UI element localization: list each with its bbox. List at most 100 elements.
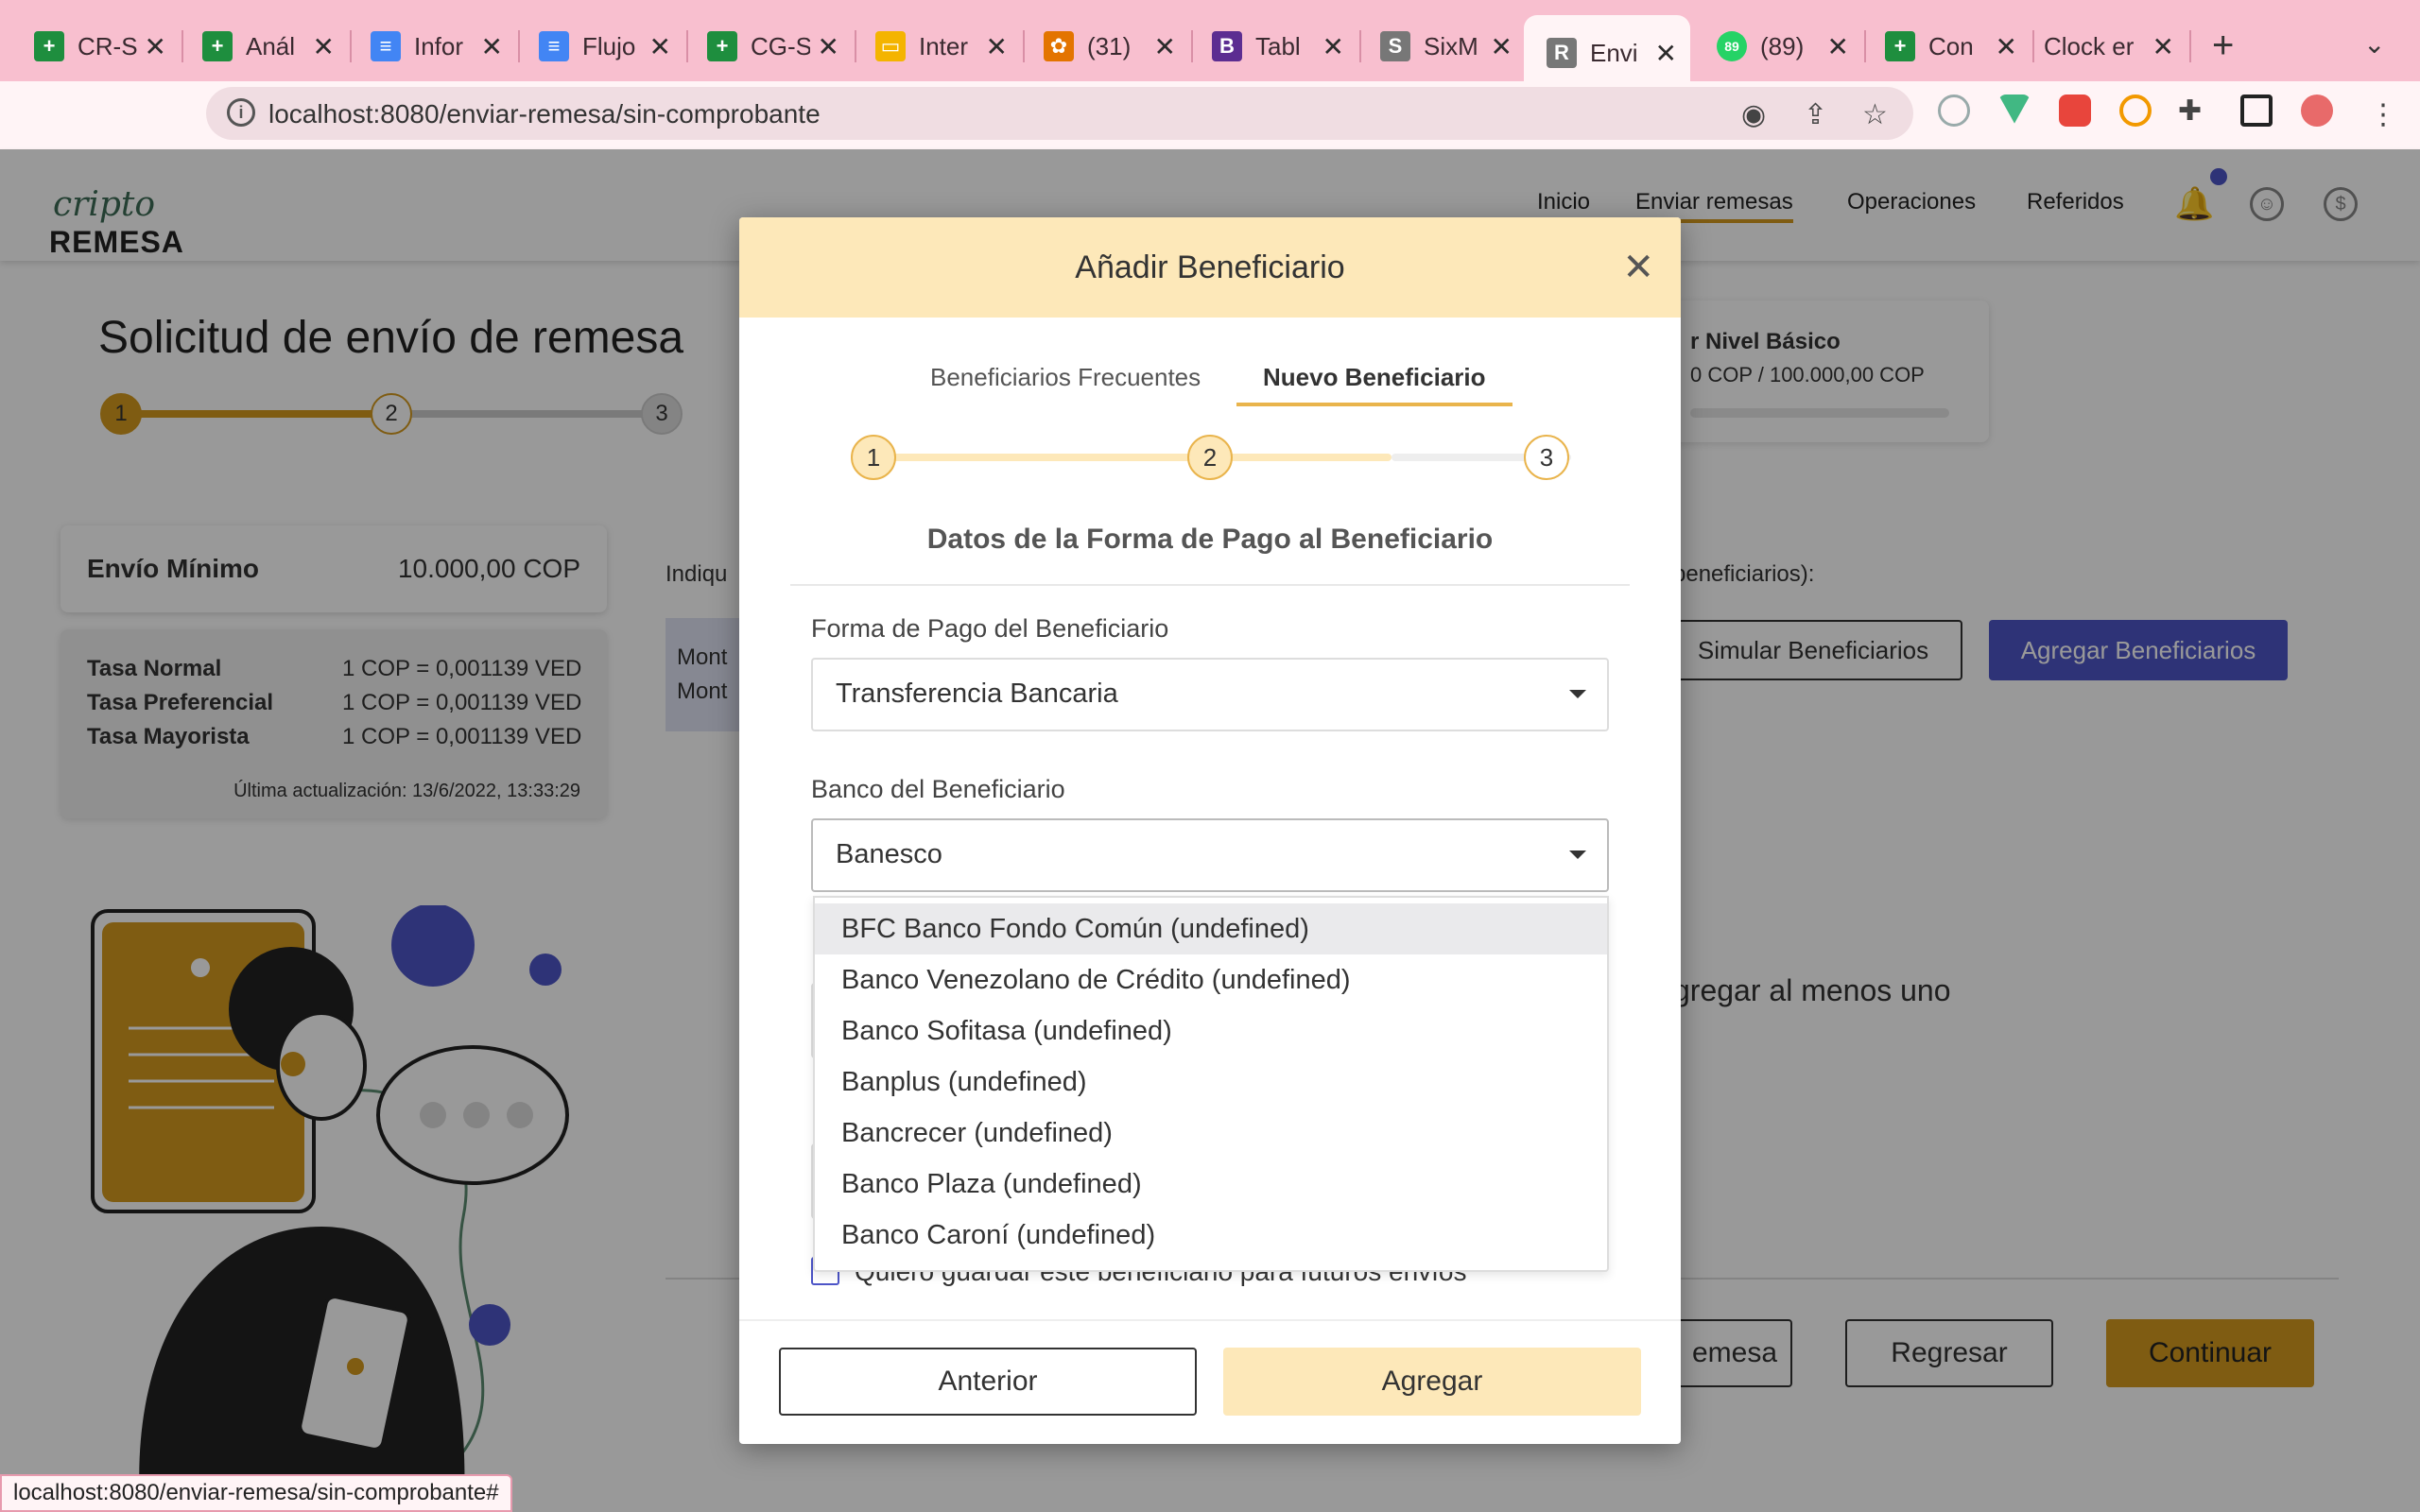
bank-value: Banesco [836,839,942,869]
active-tab-underline [1236,403,1512,406]
tab-title: CR-S [78,31,137,60]
close-icon[interactable]: ✕ [313,31,335,62]
browser-tab[interactable]: + Con ✕ [1851,15,2031,77]
close-icon[interactable]: ✕ [818,31,839,62]
tab-search-chevron-icon[interactable]: ⌄ [2363,28,2385,60]
bank-option[interactable]: Banco Venezolano de Crédito (undefined) [815,954,1607,1005]
close-icon[interactable]: ✕ [1996,31,2017,62]
docs-icon: ≡ [539,31,569,61]
bank-label: Banco del Beneficiario [811,775,1065,803]
address-bar[interactable]: i localhost:8080/enviar-remesa/sin-compr… [206,87,1913,140]
docs-icon: ≡ [371,31,401,61]
tab-title: Inter [919,31,969,60]
modal-step-2: 2 [1187,435,1233,480]
close-icon[interactable]: ✕ [986,31,1008,62]
tab-title: (89) [1760,31,1805,60]
sheets-icon: + [707,31,737,61]
close-icon[interactable]: ✕ [481,31,503,62]
close-icon[interactable]: ✕ [1827,31,1849,62]
browser-tab-active[interactable]: R Envi ✕ [1524,15,1690,91]
profile-avatar[interactable] [2301,94,2333,127]
caret-down-icon [1569,850,1586,859]
payment-method-label: Forma de Pago del Beneficiario [811,614,1169,643]
modal-step-3: 3 [1524,435,1569,480]
bank-option[interactable]: BFC Banco Fondo Común (undefined) [815,903,1607,954]
palette-icon: ✿ [1044,31,1074,61]
add-beneficiary-modal: Añadir Beneficiario ✕ Beneficiarios Frec… [739,217,1681,1444]
browser-tab[interactable]: + Anál ✕ [168,15,348,77]
tab-title: SixM [1424,31,1478,60]
tab-title: Anál [246,31,296,60]
browser-tab[interactable]: + CG-S ✕ [673,15,853,77]
bank-option[interactable]: Banco Plaza (undefined) [815,1159,1607,1210]
modal-header: Añadir Beneficiario ✕ [739,217,1681,318]
payment-method-select[interactable]: Transferencia Bancaria [811,658,1609,731]
tab-new-beneficiary[interactable]: Nuevo Beneficiario [1263,363,1486,392]
bank-option[interactable]: Banco Caroní (undefined) [815,1210,1607,1261]
share-icon[interactable]: ⇪ [1804,98,1827,131]
bookmark-star-icon[interactable]: ☆ [1862,98,1888,131]
add-button[interactable]: Agregar [1223,1348,1641,1416]
close-icon[interactable]: ✕ [1622,246,1654,289]
payment-method-value: Transferencia Bancaria [836,679,1118,709]
address-url[interactable]: localhost:8080/enviar-remesa/sin-comprob… [268,99,821,129]
browser-tab[interactable]: + CR-S ✕ [0,15,180,77]
browser-tab[interactable]: Clock er ✕ [2019,15,2187,77]
sheets-icon: + [34,31,64,61]
caret-down-icon [1569,690,1586,698]
bank-option[interactable]: Banco Sofitasa (undefined) [815,1005,1607,1057]
kebab-menu-icon[interactable]: ⋮ [2369,98,2397,131]
puzzle-extensions-icon[interactable]: ✚ [2178,94,2202,128]
tab-title: Clock er [2044,31,2135,60]
sixmap-icon: S [1380,31,1410,61]
bank-dropdown-list: BFC Banco Fondo Común (undefined) Banco … [813,896,1609,1272]
modal-title: Añadir Beneficiario [1075,249,1345,285]
tab-title: Tabl [1255,31,1301,60]
browser-tab-strip: + CR-S ✕ + Anál ✕ ≡ Infor ✕ ≡ Flujo ✕ + CG-S ✕ ▭ In… [0,0,2420,91]
sheets-icon: + [202,31,233,61]
status-bar-url: localhost:8080/enviar-remesa/sin-comprob… [0,1474,512,1512]
new-tab-plus-icon[interactable]: + [2212,25,2234,67]
tab-title: CG-S [751,31,810,60]
section-divider [790,584,1630,586]
tab-title: Con [1928,31,1974,60]
bank-option[interactable]: Bancrecer (undefined) [815,1108,1607,1159]
browser-tab[interactable]: ≡ Infor ✕ [337,15,516,77]
bootstrap-icon: B [1212,31,1242,61]
side-panel-icon[interactable] [2240,94,2273,127]
tab-separator [2189,30,2191,62]
tab-title: (31) [1087,31,1132,60]
close-icon[interactable]: ✕ [2152,31,2174,62]
slides-icon: ▭ [875,31,906,61]
browser-tab[interactable]: ✿ (31) ✕ [1010,15,1189,77]
tab-title: Infor [414,31,464,60]
remesa-icon: R [1547,38,1577,68]
previous-button[interactable]: Anterior [779,1348,1197,1416]
browser-tab[interactable]: 89 (89) ✕ [1683,15,1862,77]
browser-tab[interactable]: S SixM ✕ [1346,15,1526,77]
close-icon[interactable]: ✕ [1655,38,1677,69]
browser-tab[interactable]: ▭ Inter ✕ [841,15,1021,77]
browser-tab[interactable]: ≡ Flujo ✕ [505,15,684,77]
close-icon[interactable]: ✕ [649,31,671,62]
tab-title: Envi [1590,38,1638,67]
lighthouse-icon[interactable] [2059,94,2091,127]
sheets-icon: + [1885,31,1915,61]
extension-circle-icon[interactable] [2119,94,2152,127]
site-info-icon[interactable]: i [227,98,255,127]
close-icon[interactable]: ✕ [1154,31,1176,62]
close-icon[interactable]: ✕ [145,31,166,62]
tab-frequent-beneficiaries[interactable]: Beneficiarios Frecuentes [930,363,1201,392]
footer-divider [739,1319,1681,1321]
react-devtools-icon[interactable] [1938,94,1970,127]
section-title: Datos de la Forma de Pago al Beneficiari… [926,524,1494,555]
bank-option[interactable]: Banplus (undefined) [815,1057,1607,1108]
whatsapp-icon: 89 [1717,31,1747,61]
close-icon[interactable]: ✕ [1491,31,1512,62]
close-icon[interactable]: ✕ [1322,31,1344,62]
browser-tab[interactable]: B Tabl ✕ [1178,15,1357,77]
bank-select[interactable]: Banesco [811,818,1609,892]
tab-title: Flujo [582,31,636,60]
eye-icon[interactable]: ◉ [1741,98,1766,131]
modal-step-1: 1 [851,435,896,480]
